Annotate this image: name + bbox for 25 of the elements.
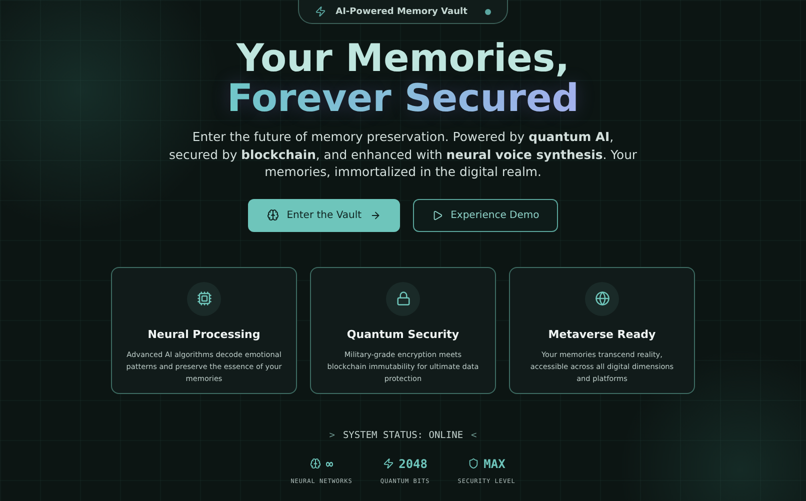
arrow-icon [370,210,381,220]
feature-title: Neural Processing [148,328,260,340]
badge-label: AI-Powered Memory Vault [336,6,468,16]
lightning-icon [382,458,394,469]
enter-button[interactable]: Enter the Vault [248,198,400,232]
stat-value: ∞ [326,456,334,470]
system-status: SYSTEM STATUS: ONLINE [342,430,464,440]
lock-icon [396,291,410,306]
description: Enter the future of memory preservation. Powered by quantum AI, secured by blockchain, and enhanced with neural voice synthesis. Your memories, immortalized in the digital realm. [168,128,638,180]
headline: Your Memories, [235,38,571,78]
play-icon [432,210,443,220]
prompt-mark: < [471,430,477,440]
feature-title: Quantum Security [346,328,460,340]
stat-value: MAX [484,456,506,470]
shield-icon [468,458,479,469]
feature-title: Metaverse Ready [548,328,656,340]
dot-icon [485,8,492,14]
prompt-mark: > [329,430,335,440]
stat-value: 2048 [398,456,428,470]
chip-icon [196,291,212,306]
brain-icon [266,209,279,221]
lightning-icon [314,6,326,17]
globe-icon [594,291,610,306]
demo-button[interactable]: Experience Demo [412,198,558,232]
brain-icon [310,458,321,469]
